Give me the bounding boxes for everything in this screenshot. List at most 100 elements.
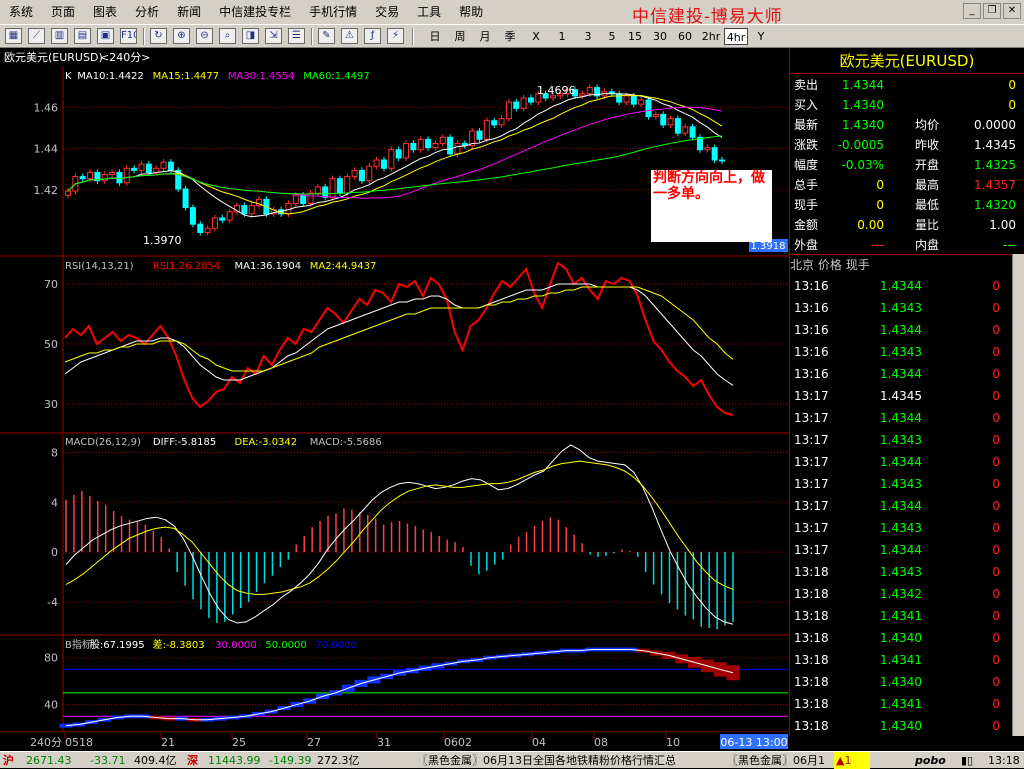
- tick-time: 13:17: [794, 543, 829, 557]
- menu-item-2[interactable]: 图表: [84, 0, 126, 24]
- export-icon[interactable]: ⇲: [265, 28, 282, 44]
- y-tick-label: 1.46: [34, 101, 59, 114]
- tick-time: 13:16: [794, 301, 829, 315]
- f10-icon[interactable]: F10: [120, 28, 137, 44]
- period-11[interactable]: 2hr: [699, 28, 723, 45]
- toolbar-separator: [412, 28, 414, 45]
- high-price-label: 1.4696: [537, 84, 576, 97]
- tick-time: 13:16: [794, 323, 829, 337]
- candle-body: [425, 138, 432, 149]
- annotation-note: 判断方向向上，做一多单。: [651, 170, 772, 242]
- period-5[interactable]: 1: [552, 28, 572, 45]
- tick-volume: 0: [992, 653, 1000, 667]
- legend-item: MA30:1.4554: [228, 71, 295, 82]
- candle-body: [476, 130, 483, 140]
- period-12[interactable]: 4hr: [724, 28, 748, 45]
- candle-body: [131, 167, 138, 171]
- candlestick-icon[interactable]: ▥: [51, 28, 68, 44]
- tick-volume: 0: [992, 367, 1000, 381]
- tick-volume: 0: [992, 719, 1000, 733]
- menu-item-0[interactable]: 系统: [0, 0, 42, 24]
- menu-item-7[interactable]: 交易: [366, 0, 408, 24]
- menu-item-5[interactable]: 中信建投专栏: [210, 0, 300, 24]
- news-ticker-2[interactable]: 〖黑色金属〗06月1: [727, 752, 831, 769]
- candle-body: [336, 178, 343, 194]
- menu-item-1[interactable]: 页面: [42, 0, 84, 24]
- menu-item-3[interactable]: 分析: [126, 0, 168, 24]
- restore-button[interactable]: ❐: [983, 3, 1001, 19]
- tick-time: 13:17: [794, 499, 829, 513]
- tick-price: 1.4340: [880, 631, 922, 645]
- tick-time: 13:18: [794, 675, 829, 689]
- quote-label: 开盘: [915, 158, 940, 172]
- tick-row: 13:18 1.4343 0: [790, 561, 1012, 583]
- legend-item: RSI1:26.2854: [153, 261, 220, 272]
- candle-body: [505, 101, 512, 120]
- quote-title: 欧元美元(EURUSD): [790, 48, 1024, 74]
- quote-label: 涨跌: [794, 138, 819, 152]
- legend-item: MACD(26,12,9): [65, 437, 141, 448]
- period-3[interactable]: 季: [499, 28, 521, 45]
- candle-body: [410, 142, 417, 151]
- ticks-scrollbar[interactable]: [1012, 254, 1024, 736]
- tick-row: 13:18 1.4340 0: [790, 671, 1012, 693]
- period-10[interactable]: 60: [674, 28, 696, 45]
- search-icon[interactable]: ⌕: [219, 28, 236, 44]
- candle-body: [439, 136, 446, 144]
- legend-item: 股:67.1995: [90, 639, 145, 651]
- candle-body: [167, 161, 174, 171]
- sh-index-change: -33.71: [90, 754, 126, 767]
- candle-body: [358, 169, 365, 182]
- alarm-icon[interactable]: ⚠: [341, 28, 358, 44]
- tick-row: 13:17 1.4343 0: [790, 517, 1012, 539]
- table-icon[interactable]: ▤: [74, 28, 91, 44]
- candle-body: [211, 217, 218, 229]
- grid-icon[interactable]: ▦: [5, 28, 22, 44]
- draw-icon[interactable]: ✎: [318, 28, 335, 44]
- period-6[interactable]: 3: [578, 28, 598, 45]
- legend-item: MA1:36.1904: [235, 261, 302, 272]
- quote-label: 总手: [794, 178, 819, 192]
- report-icon[interactable]: ▣: [97, 28, 114, 44]
- period-9[interactable]: 30: [649, 28, 671, 45]
- menu-item-6[interactable]: 手机行情: [300, 0, 366, 24]
- quote-value: 0.0000: [974, 118, 1016, 132]
- formula-icon[interactable]: ƒ: [364, 28, 381, 44]
- menu-item-8[interactable]: 工具: [408, 0, 450, 24]
- tick-row: 13:17 1.4344 0: [790, 451, 1012, 473]
- close-button[interactable]: ✕: [1003, 3, 1021, 19]
- line-chart-icon[interactable]: ⟋: [28, 28, 45, 44]
- menu-item-9[interactable]: 帮助: [450, 0, 492, 24]
- period-1[interactable]: 周: [449, 28, 471, 45]
- period-8[interactable]: 15: [624, 28, 646, 45]
- period-4[interactable]: X: [526, 28, 546, 45]
- quote-value: 1.4325: [974, 158, 1016, 172]
- period-0[interactable]: 日: [424, 28, 446, 45]
- zoom-in-icon[interactable]: ⊕: [173, 28, 190, 44]
- candle-body: [366, 165, 373, 182]
- sh-index-label: 沪: [3, 754, 14, 767]
- zoom-out-icon[interactable]: ⊖: [196, 28, 213, 44]
- period-2[interactable]: 月: [474, 28, 496, 45]
- list-icon[interactable]: ☰: [288, 28, 305, 44]
- refresh-icon[interactable]: ↻: [150, 28, 167, 44]
- minimize-button[interactable]: _: [963, 3, 981, 19]
- candle-body: [652, 114, 659, 118]
- alert-indicator[interactable]: ▲1: [834, 752, 870, 769]
- status-bar: 沪 2671.43 -33.71 409.4亿 深 11443.99 -149.…: [0, 751, 1024, 769]
- period-7[interactable]: 5: [602, 28, 622, 45]
- chart-area[interactable]: 欧元美元(EURUSD)<240分> K MA10:1.4422 MA15:1.447…: [0, 48, 789, 751]
- flash-icon[interactable]: ⚡: [387, 28, 404, 44]
- news-ticker-1[interactable]: 〖黑色金属〗06月13日全国各地铁精粉价格行情汇总: [417, 752, 676, 769]
- y-tick-label: 80: [44, 652, 58, 665]
- menu-item-4[interactable]: 新闻: [168, 0, 210, 24]
- ticks-header-volume: 现手: [845, 258, 870, 272]
- candle-body: [682, 126, 689, 134]
- candle-body: [380, 159, 387, 169]
- period-13[interactable]: Y: [752, 28, 770, 45]
- tick-row: 13:17 1.4344 0: [790, 407, 1012, 429]
- indicator-icon[interactable]: ◨: [242, 28, 259, 44]
- tick-price: 1.4344: [880, 499, 922, 513]
- sz-index-amount: 272.3亿: [317, 754, 360, 767]
- y-tick-label: 8: [51, 446, 58, 459]
